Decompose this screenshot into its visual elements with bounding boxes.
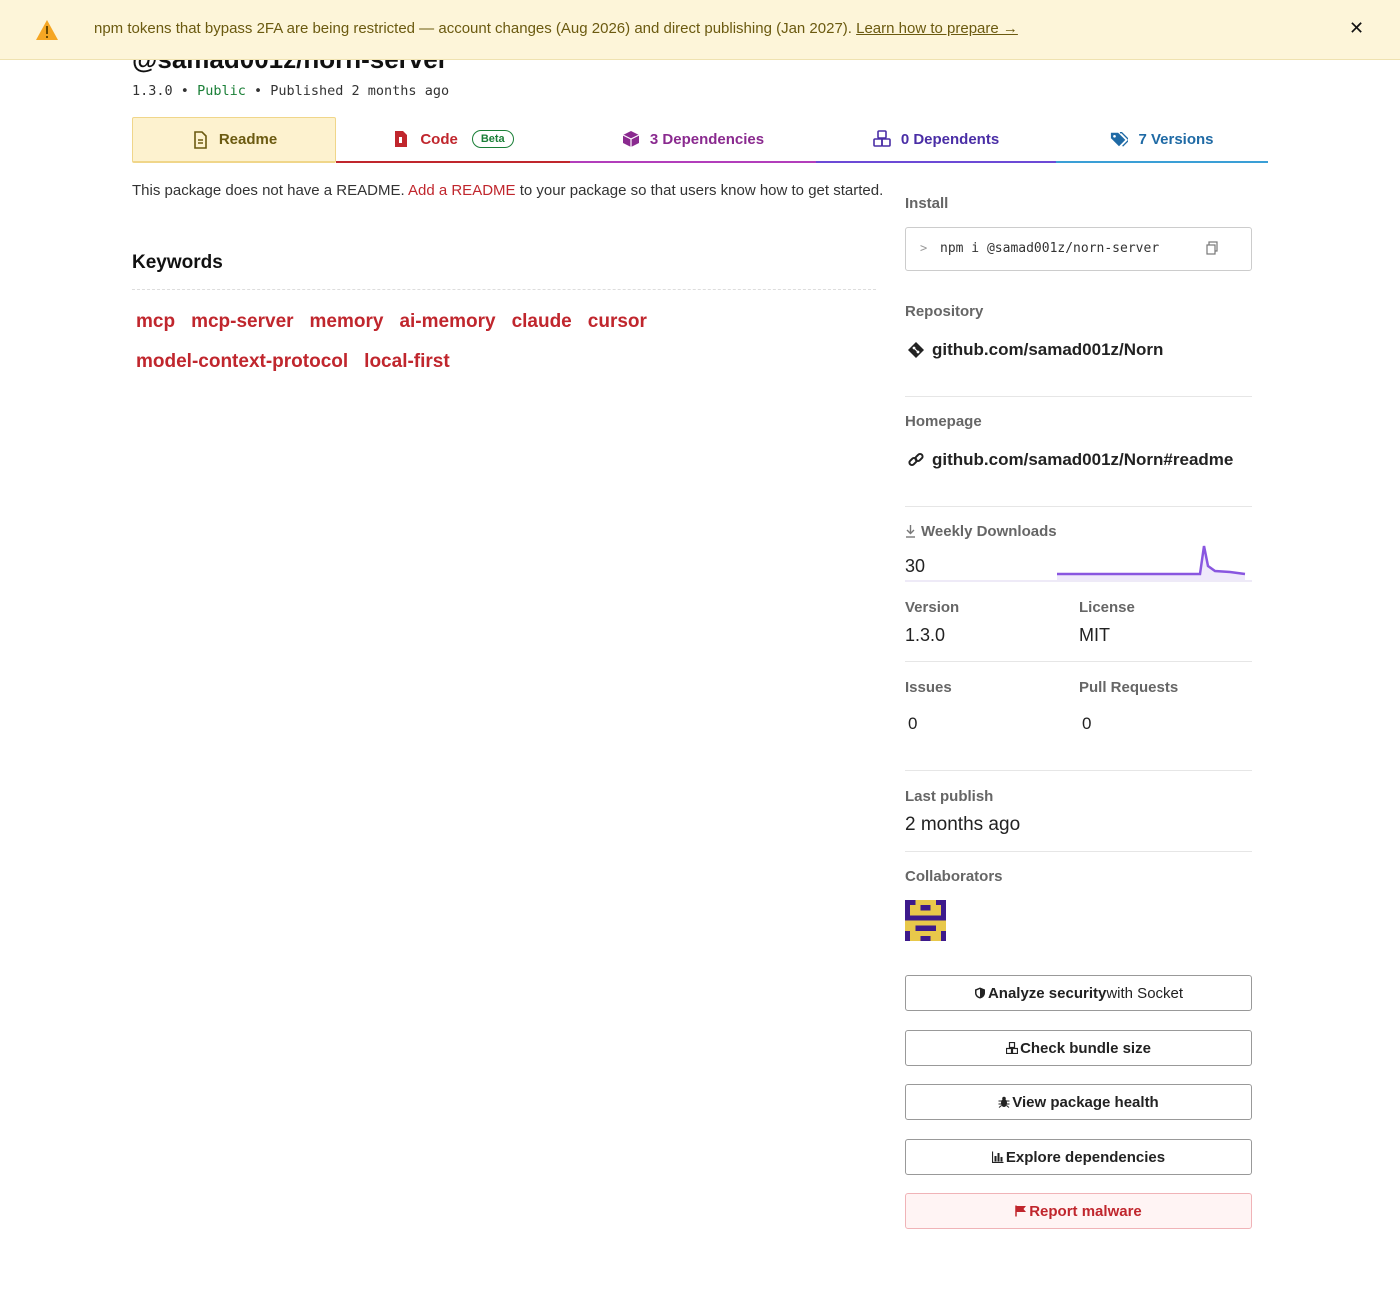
tab-versions[interactable]: 7 Versions (1056, 117, 1268, 163)
keyword-link[interactable]: local-first (364, 350, 458, 374)
shield-icon (974, 987, 985, 999)
check-bundle-size-label: Check bundle size (1020, 1039, 1151, 1057)
download-icon (906, 525, 915, 538)
last-publish-label: Last publish (905, 788, 994, 805)
published-time: Published 2 months ago (270, 83, 450, 99)
git-icon (908, 342, 924, 358)
keyword-link[interactable]: claude (512, 310, 580, 334)
homepage-label: Homepage (905, 413, 982, 430)
document-icon (194, 130, 207, 149)
flag-icon (1015, 1205, 1027, 1217)
readme-notice: This package does not have a README. Add… (132, 182, 883, 199)
install-label: Install (905, 195, 949, 212)
add-readme-link[interactable]: Add a README (408, 182, 516, 199)
close-banner-button[interactable]: ✕ (1349, 18, 1364, 39)
banner-learn-link[interactable]: Learn how to prepare → (856, 20, 1018, 37)
package-meta: 1.3.0 • Public • Published 2 months ago (132, 83, 449, 99)
banner-message: npm tokens that bypass 2FA are being res… (94, 20, 1018, 37)
keywords-list: mcp mcp-server memory ai-memory claude c… (132, 310, 876, 390)
check-bundle-size-button[interactable]: Check bundle size (905, 1030, 1252, 1066)
downloads-sparkline (1057, 545, 1246, 582)
view-package-health-button[interactable]: View package health (905, 1084, 1252, 1120)
divider (905, 506, 1252, 507)
tab-dependents-label: 0 Dependents (900, 130, 1000, 148)
package-version: 1.3.0 (132, 83, 173, 99)
view-package-health-label: View package health (1012, 1093, 1159, 1111)
tab-dependencies-label: 3 Dependencies (649, 130, 765, 148)
install-command-box[interactable]: > npm i @samad001z/norn-server (905, 227, 1252, 271)
report-malware-button[interactable]: Report malware (905, 1193, 1252, 1229)
warning-icon (36, 20, 58, 40)
tab-dependencies[interactable]: 3 Dependencies (570, 117, 816, 163)
version-value: 1.3.0 (905, 625, 946, 645)
code-file-icon (395, 131, 408, 147)
analyze-security-suffix: with Socket (1106, 984, 1184, 1002)
bar-chart-icon (991, 1151, 1004, 1163)
readme-suffix: to your package so that users know how t… (515, 182, 884, 199)
box-icon (622, 131, 640, 147)
analyze-security-button[interactable]: Analyze security with Socket (905, 975, 1252, 1011)
prompt-icon: > (920, 241, 928, 255)
repository-url: github.com/samad001z/Norn (932, 340, 1164, 359)
keyword-link[interactable]: model-context-protocol (136, 350, 356, 374)
keyword-link[interactable]: mcp (136, 310, 183, 334)
pull-requests-label: Pull Requests (1079, 679, 1179, 696)
tags-icon (1111, 132, 1129, 147)
analyze-security-label: Analyze security (987, 984, 1107, 1002)
divider (905, 396, 1252, 397)
explore-dependencies-label: Explore dependencies (1005, 1148, 1166, 1166)
meta-separator: • (180, 83, 189, 99)
beta-badge: Beta (471, 130, 514, 148)
tab-readme[interactable]: Readme (132, 117, 336, 163)
package-tabs: Readme Code Beta 3 Dependencies 0 Depend… (132, 117, 1268, 163)
announcement-banner: npm tokens that bypass 2FA are being res… (0, 0, 1400, 60)
bug-icon (998, 1096, 1010, 1108)
report-malware-label: Report malware (1029, 1202, 1142, 1220)
downloads-baseline (905, 580, 1252, 582)
tab-versions-label: 7 Versions (1138, 130, 1214, 148)
divider (905, 851, 1252, 852)
explore-dependencies-button[interactable]: Explore dependencies (905, 1139, 1252, 1175)
version-label: Version (905, 599, 960, 616)
repository-link[interactable]: github.com/samad001z/Norn (908, 340, 1163, 360)
homepage-link[interactable]: github.com/samad001z/Norn#readme (908, 450, 1233, 470)
keyword-link[interactable]: mcp-server (191, 310, 301, 334)
visibility-badge: Public (197, 83, 246, 99)
license-label: License (1079, 599, 1135, 616)
tab-code-label: Code (420, 130, 458, 148)
collaborators-label: Collaborators (905, 868, 1003, 885)
keyword-link[interactable]: cursor (588, 310, 655, 334)
readme-prefix: This package does not have a README. (132, 182, 408, 199)
boxes-icon (873, 130, 891, 147)
banner-text: npm tokens that bypass 2FA are being res… (94, 20, 857, 37)
tab-readme-label: Readme (218, 131, 278, 148)
weekly-downloads-header: Weekly Downloads (905, 523, 1252, 540)
collaborator-avatar[interactable] (905, 900, 946, 941)
keyword-link[interactable]: ai-memory (399, 310, 503, 334)
homepage-url: github.com/samad001z/Norn#readme (932, 450, 1234, 469)
pull-requests-count[interactable]: 0 (1082, 714, 1232, 734)
repository-label: Repository (905, 303, 984, 320)
install-command[interactable]: npm i @samad001z/norn-server (940, 241, 1159, 256)
tab-dependents[interactable]: 0 Dependents (816, 117, 1056, 163)
last-publish-value: 2 months ago (905, 814, 1021, 835)
tab-code[interactable]: Code Beta (336, 117, 570, 163)
issues-label: Issues (905, 679, 952, 696)
divider (905, 770, 1252, 771)
copy-icon[interactable] (1206, 241, 1218, 255)
meta-separator: • (253, 83, 263, 99)
link-icon (908, 452, 924, 467)
cubes-icon (1006, 1042, 1019, 1054)
divider (905, 661, 1252, 662)
weekly-downloads-label: Weekly Downloads (921, 523, 1057, 540)
keywords-divider (132, 289, 876, 290)
license-value: MIT (1079, 625, 1110, 645)
issues-count[interactable]: 0 (908, 714, 1058, 734)
keyword-link[interactable]: memory (310, 310, 392, 334)
keywords-heading: Keywords (132, 252, 223, 273)
